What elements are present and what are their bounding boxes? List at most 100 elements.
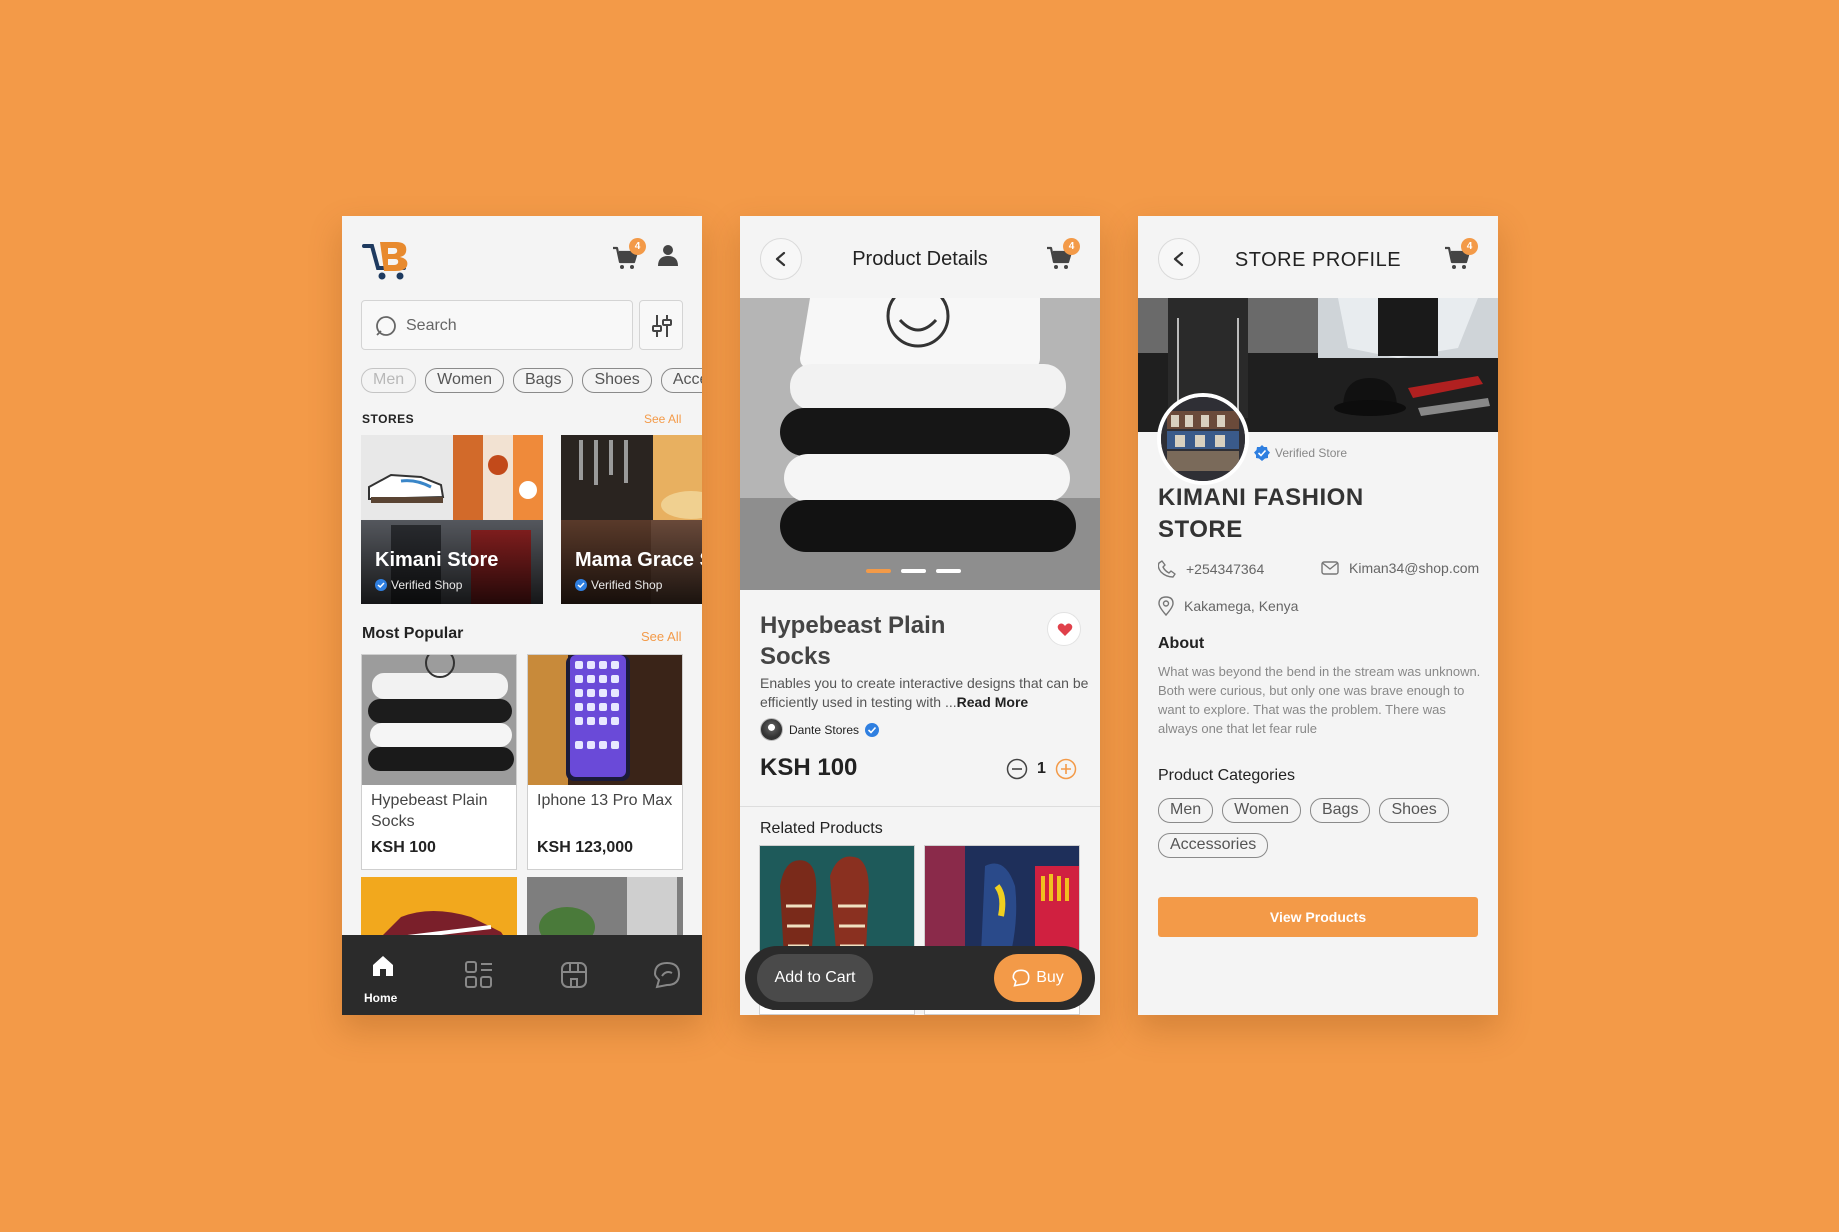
store-phone[interactable]: +254347364: [1158, 560, 1264, 578]
store-location[interactable]: Kakamega, Kenya: [1158, 596, 1298, 616]
category-pill[interactable]: Men: [361, 368, 417, 393]
store-verified: Verified Shop: [375, 578, 462, 592]
filter-button[interactable]: [639, 300, 683, 350]
quantity-stepper: 1: [1006, 758, 1077, 780]
popular-see-all-link[interactable]: See All: [641, 629, 681, 644]
verified-store-label: Verified Store: [1275, 446, 1348, 460]
verified-icon: [1254, 445, 1270, 461]
verified-store-badge: Verified Store: [1254, 445, 1347, 461]
category-pill[interactable]: Women: [425, 368, 504, 393]
nav-chat[interactable]: [653, 961, 681, 994]
product-image: [528, 655, 682, 785]
search-placeholder: Search: [406, 317, 457, 334]
carousel-indicators: [866, 569, 961, 573]
user-icon[interactable]: [658, 244, 678, 271]
product-price: KSH 100: [760, 754, 858, 781]
home-icon: [373, 956, 393, 976]
verified-icon: [375, 579, 387, 591]
product-card[interactable]: Hypebeast Plain Socks KSH 100: [361, 654, 517, 870]
product-name: Hypebeast Plain Socks: [760, 612, 946, 670]
minus-icon[interactable]: [1006, 758, 1028, 780]
chat-icon: [1012, 969, 1030, 987]
store-phone-value: +254347364: [1186, 561, 1265, 577]
seller-avatar: [760, 718, 783, 741]
carousel-dot[interactable]: [936, 569, 961, 573]
category-pill[interactable]: Women: [1222, 798, 1301, 823]
verified-icon: [575, 579, 587, 591]
read-more-link[interactable]: Read More: [957, 694, 1029, 710]
cart-icon[interactable]: 4: [612, 238, 646, 272]
store-avatar[interactable]: [1157, 393, 1249, 485]
product-details-screen: Product Details 4 Hypebeast Plain Socks …: [740, 216, 1100, 1015]
sliders-icon: [652, 315, 672, 337]
carousel-dot[interactable]: [901, 569, 926, 573]
store-email-value: Kiman34@shop.com: [1349, 560, 1480, 576]
store-icon: [561, 962, 587, 988]
about-heading: About: [1158, 635, 1205, 652]
category-pill[interactable]: Men: [1158, 798, 1214, 823]
app-logo[interactable]: [362, 238, 416, 287]
store-verified: Verified Shop: [575, 578, 662, 592]
store-avatar-image: [1161, 397, 1245, 481]
about-text: What was beyond the bend in the stream w…: [1158, 664, 1481, 736]
category-pill[interactable]: Shoes: [1379, 798, 1449, 823]
nav-categories[interactable]: [465, 961, 493, 994]
favorite-button[interactable]: [1047, 612, 1081, 646]
store-email[interactable]: Kiman34@shop.com: [1321, 560, 1479, 576]
store-name: Kimani Store: [375, 549, 499, 571]
seller-name: Dante Stores: [789, 722, 860, 737]
store-category-pills: Men Women Bags Shoes Accessories: [1158, 798, 1488, 868]
product-image-carousel[interactable]: [740, 298, 1100, 590]
quantity-value: 1: [1037, 760, 1046, 777]
heart-icon: [1057, 623, 1073, 636]
store-verified-label: Verified Shop: [591, 578, 663, 592]
product-description: Enables you to create interactive design…: [760, 674, 1090, 712]
category-pill[interactable]: Accessories: [1158, 833, 1269, 858]
nav-stores[interactable]: [560, 961, 588, 994]
purchase-bar: Add to Cart Buy: [745, 946, 1095, 1010]
search-icon: [376, 316, 396, 336]
description-text: Enables you to create interactive design…: [760, 675, 1089, 710]
store-name: KIMANI FASHION STORE: [1158, 484, 1364, 543]
carousel-dot[interactable]: [866, 569, 891, 573]
store-verified-label: Verified Shop: [391, 578, 463, 592]
search-input[interactable]: Search: [361, 300, 633, 350]
location-pin-icon: [1158, 596, 1174, 616]
stores-heading: STORES: [362, 412, 415, 426]
verified-icon: [865, 722, 880, 737]
buy-label: Buy: [1036, 969, 1064, 986]
category-pill[interactable]: Shoes: [582, 368, 652, 393]
chat-icon: [653, 961, 681, 989]
home-screen: 4 Search Men Women Bags Shoes Accessories ST…: [342, 216, 702, 1015]
store-card[interactable]: Mama Grace Shop Verified Shop: [561, 435, 702, 604]
stores-see-all-link[interactable]: See All: [644, 412, 681, 426]
product-price: KSH 100: [371, 839, 436, 856]
category-pill[interactable]: Bags: [512, 368, 574, 393]
cart-icon[interactable]: 4: [1444, 238, 1478, 272]
product-name: Iphone 13 Pro Max: [537, 792, 673, 809]
product-info: Hypebeast Plain Socks Enables you to cre…: [740, 590, 1100, 805]
cart-badge: 4: [629, 238, 646, 255]
bottom-nav: Home: [342, 935, 702, 1015]
product-categories-heading: Product Categories: [1158, 767, 1295, 784]
mail-icon: [1321, 561, 1339, 575]
product-image: [740, 298, 1100, 590]
product-image: [362, 655, 516, 785]
store-name: Mama Grace Shop: [575, 549, 702, 571]
store-card[interactable]: Kimani Store Verified Shop: [361, 435, 543, 604]
plus-icon[interactable]: [1055, 758, 1077, 780]
add-to-cart-button[interactable]: Add to Cart: [757, 954, 873, 1002]
nav-home-label: Home: [364, 991, 398, 1005]
buy-button[interactable]: Buy: [994, 954, 1082, 1002]
category-pills: Men Women Bags Shoes Accessories: [361, 368, 702, 393]
view-products-button[interactable]: View Products: [1158, 897, 1478, 937]
seller-info[interactable]: Dante Stores: [760, 718, 880, 741]
nav-home[interactable]: [372, 955, 394, 982]
cart-icon[interactable]: 4: [1046, 238, 1080, 272]
category-pill[interactable]: Accessories: [660, 368, 702, 393]
phone-icon: [1158, 560, 1176, 578]
product-price: KSH 123,000: [537, 839, 634, 856]
product-card[interactable]: Iphone 13 Pro Max KSH 123,000: [527, 654, 683, 870]
category-pill[interactable]: Bags: [1309, 798, 1371, 823]
section-divider: [740, 806, 1100, 807]
